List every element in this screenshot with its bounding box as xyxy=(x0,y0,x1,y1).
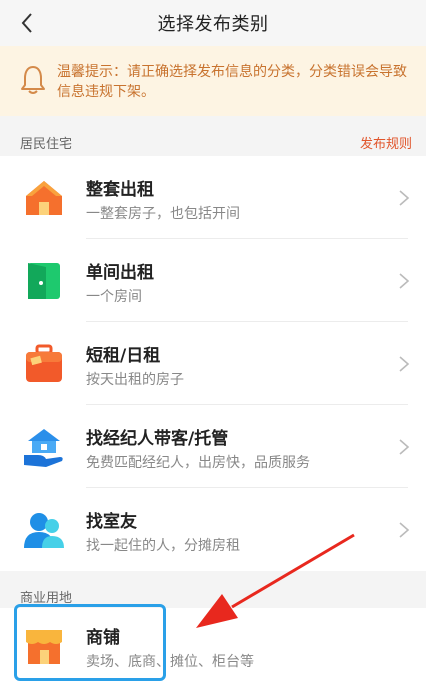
house-icon xyxy=(26,181,62,215)
shop-icon xyxy=(26,630,62,664)
item-title: 商铺 xyxy=(86,628,120,648)
list-item-agent[interactable]: 找经纪人带客/托管 免费匹配经纪人，出房快，品质服务 xyxy=(0,405,426,488)
list-item-single-room[interactable]: 单间出租 一个房间 xyxy=(0,239,426,322)
chevron-right-icon xyxy=(399,522,410,538)
chevron-right-icon xyxy=(399,190,410,206)
chevron-right-icon xyxy=(399,273,410,289)
item-title: 找室友 xyxy=(86,512,137,532)
item-title: 整套出租 xyxy=(86,180,154,200)
bell-icon xyxy=(21,66,45,94)
chevron-right-icon xyxy=(399,356,410,372)
item-subtitle: 一个房间 xyxy=(86,289,142,305)
list-item-shop[interactable]: 商铺 卖场、底商、摊位、柜台等 xyxy=(0,608,426,687)
list-item-short-rent[interactable]: 短租/日租 按天出租的房子 xyxy=(0,322,426,405)
item-title: 短租/日租 xyxy=(86,346,161,366)
back-button[interactable] xyxy=(10,6,44,40)
suitcase-icon xyxy=(26,344,62,382)
item-subtitle: 按天出租的房子 xyxy=(86,372,184,388)
list-item-roommate[interactable]: 找室友 找一起住的人，分摊房租 xyxy=(0,488,426,571)
chevron-right-icon xyxy=(399,439,410,455)
warning-notice: 温馨提示：请正确选择发布信息的分类，分类错误会导致信息违规下架。 xyxy=(0,46,426,116)
item-title: 找经纪人带客/托管 xyxy=(86,429,229,449)
commercial-list: 商铺 卖场、底商、摊位、柜台等 xyxy=(0,608,426,687)
section-header-residential: 居民住宅 发布规则 xyxy=(0,128,426,156)
item-subtitle: 找一起住的人，分摊房租 xyxy=(86,538,240,554)
item-subtitle: 卖场、底商、摊位、柜台等 xyxy=(86,654,254,670)
notice-text: 温馨提示：请正确选择发布信息的分类，分类错误会导致信息违规下架。 xyxy=(57,64,407,100)
item-subtitle: 免费匹配经纪人，出房快，品质服务 xyxy=(86,455,310,471)
item-title: 单间出租 xyxy=(86,263,154,283)
chevron-left-icon xyxy=(21,13,32,33)
item-subtitle: 一整套房子，也包括开间 xyxy=(86,206,240,222)
door-icon xyxy=(28,263,60,299)
section-label: 居民住宅 xyxy=(20,136,73,152)
residential-list: 整套出租 一整套房子，也包括开间 单间出租 一个房间 短租/日租 按天出租的房子 xyxy=(0,156,426,571)
publish-rules-link[interactable]: 发布规则 xyxy=(360,133,412,152)
list-item-whole-rent[interactable]: 整套出租 一整套房子，也包括开间 xyxy=(0,156,426,239)
section-label: 商业用地 xyxy=(20,590,73,606)
roommates-icon xyxy=(24,513,64,548)
section-header-commercial: 商业用地 xyxy=(0,582,426,610)
page-title: 选择发布类别 xyxy=(157,14,269,35)
hand-house-icon xyxy=(24,429,63,467)
top-bar: 选择发布类别 xyxy=(0,0,426,46)
